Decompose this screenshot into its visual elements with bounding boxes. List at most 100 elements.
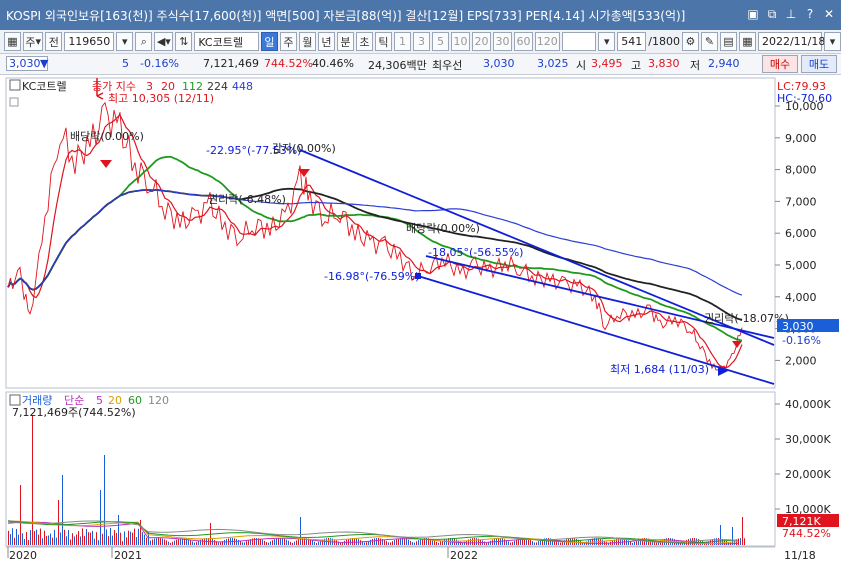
code-dropdown-icon[interactable]: ▾ <box>116 32 134 51</box>
high-label: 고 <box>631 59 642 72</box>
help-icon[interactable]: ? <box>802 6 818 22</box>
annotation-high: 최고 10,305 (12/11) <box>108 92 214 105</box>
volume-bar <box>602 539 603 545</box>
save-icon[interactable]: ▤ <box>719 32 737 51</box>
open-price: 3,495 <box>591 57 623 70</box>
minute-option[interactable]: 120 <box>535 32 560 51</box>
volume-bar <box>98 540 99 545</box>
volume-bar <box>94 538 95 545</box>
volume-bar <box>244 542 245 545</box>
volume-bar <box>136 536 137 545</box>
volume-bar <box>96 532 97 545</box>
volume-ma-120[interactable]: 120 <box>148 394 169 407</box>
stock-chart[interactable]: 최고 10,305 (12/11) 최저 1,684 (11/03) 배당락(0… <box>0 76 841 564</box>
volume-bar <box>16 528 17 545</box>
volume-bar <box>68 530 69 545</box>
volume-bar <box>260 538 261 545</box>
tab-week[interactable]: 주 <box>279 32 297 51</box>
volume-bar <box>172 541 173 545</box>
volume-bar <box>462 542 463 545</box>
volume-bar <box>78 531 79 545</box>
volume-bar <box>548 538 549 545</box>
volume-bar <box>560 542 561 545</box>
volume-bar <box>170 542 171 545</box>
volume-bar <box>312 540 313 545</box>
tab-second[interactable]: 초 <box>355 32 373 51</box>
volume-bar <box>138 528 139 545</box>
close-icon[interactable]: ✕ <box>821 6 837 22</box>
minute-option[interactable]: 10 <box>450 32 470 51</box>
x-label-2020: 2020 <box>9 549 37 562</box>
x-label-2022: 2022 <box>450 549 478 562</box>
count-input[interactable]: 541 <box>617 32 647 51</box>
volume-bar <box>198 540 199 545</box>
minute-option[interactable]: 20 <box>471 32 491 51</box>
tab-year[interactable]: 년 <box>317 32 335 51</box>
volume-bar <box>620 538 621 545</box>
ma-period-224[interactable]: 224 <box>207 80 228 93</box>
stock-name-field[interactable]: KC코트렐 <box>194 32 259 51</box>
volume-bar <box>392 541 393 545</box>
ma-period-448[interactable]: 448 <box>232 80 253 93</box>
volume-bar <box>720 525 721 545</box>
volume-bar <box>532 541 533 545</box>
sell-button[interactable]: 매도 <box>801 55 837 73</box>
market-select[interactable]: 주 ▾ <box>23 32 44 51</box>
chart-area[interactable]: 최고 10,305 (12/11) 최저 1,684 (11/03) 배당락(0… <box>0 76 841 564</box>
volume-bar <box>240 541 241 545</box>
ma-period-3[interactable]: 3 <box>146 80 153 93</box>
annotation-trend3: -16.98°(-76.59%) <box>324 270 419 283</box>
volume-bar <box>30 530 31 545</box>
volume-bar <box>406 538 407 545</box>
minute-option[interactable]: 5 <box>431 32 449 51</box>
prev-stock-icon[interactable]: ⇅ <box>175 32 193 51</box>
volume-bar <box>476 538 477 545</box>
buy-button[interactable]: 매수 <box>762 55 798 73</box>
settings-icon[interactable]: ⚙ <box>681 32 699 51</box>
volume-bar <box>696 538 697 545</box>
volume-bar <box>14 537 15 545</box>
volume-bar <box>152 539 153 545</box>
volume-bar <box>272 540 273 545</box>
pin-icon[interactable]: ⊥ <box>783 6 799 22</box>
volume-bar <box>656 542 657 545</box>
volume-bar <box>34 530 35 545</box>
search-icon[interactable]: ⌕ <box>135 32 153 51</box>
window-icon[interactable]: ▣ <box>745 6 761 22</box>
tool-icon[interactable]: ✎ <box>700 32 718 51</box>
interval-dropdown-icon[interactable]: ▾ <box>598 32 616 51</box>
ma-period-20[interactable]: 20 <box>161 80 175 93</box>
volume-bar <box>280 538 281 545</box>
volume-bar <box>132 532 133 545</box>
period-select[interactable]: 전 <box>45 32 63 51</box>
volume-bar <box>546 538 547 545</box>
volume-bar <box>742 517 743 545</box>
layout-icon[interactable]: ▦ <box>4 32 21 51</box>
minute-option[interactable]: 60 <box>514 32 534 51</box>
volume-bar <box>18 534 19 545</box>
sound-icon[interactable]: ◀▾ <box>154 32 174 51</box>
interval-input[interactable] <box>561 32 597 51</box>
date-input[interactable]: 2022/11/18 <box>757 32 825 51</box>
date-dropdown-icon[interactable]: ▾ <box>823 32 841 51</box>
code-input[interactable]: 119650 <box>64 32 115 51</box>
volume-bar <box>62 475 63 545</box>
tab-minute[interactable]: 분 <box>336 32 354 51</box>
volume-bar <box>340 542 341 545</box>
tab-month[interactable]: 월 <box>298 32 316 51</box>
copy-icon[interactable]: ⧉ <box>764 6 780 22</box>
volume-bar <box>166 540 167 545</box>
minute-option[interactable]: 3 <box>412 32 430 51</box>
tab-tick[interactable]: 틱 <box>374 32 392 51</box>
volume-bar <box>384 539 385 545</box>
priority-label: 최우선 <box>432 59 463 72</box>
volume-bar <box>394 540 395 545</box>
volume-bar <box>444 539 445 545</box>
tab-day[interactable]: 일 <box>260 32 278 51</box>
ma-period-112[interactable]: 112 <box>182 80 203 93</box>
minute-option[interactable]: 1 <box>393 32 411 51</box>
calendar-icon[interactable]: ▦ <box>738 32 756 51</box>
volume-bar <box>472 538 473 545</box>
volume-bar <box>120 532 121 545</box>
minute-option[interactable]: 30 <box>492 32 512 51</box>
